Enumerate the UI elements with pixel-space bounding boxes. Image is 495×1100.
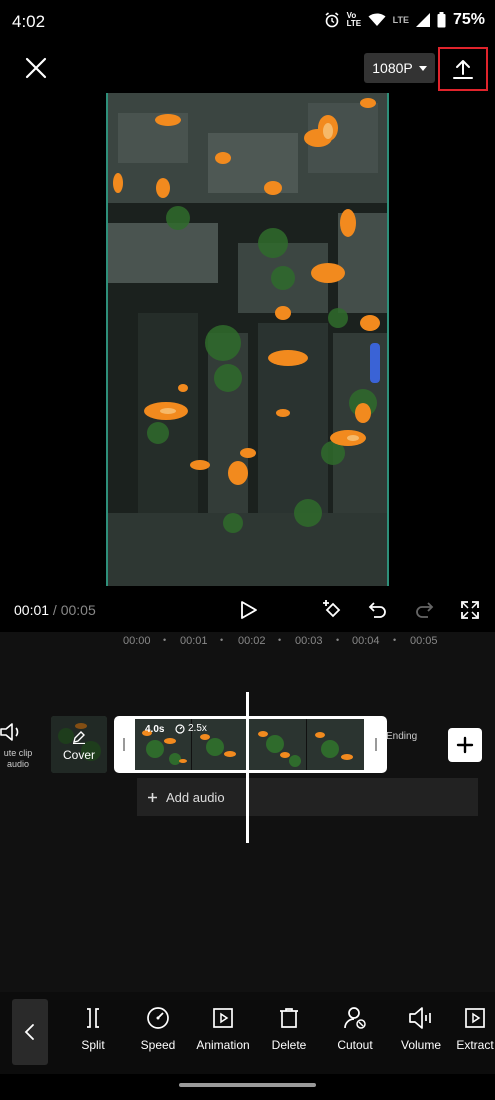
chevron-left-icon bbox=[24, 1024, 34, 1040]
current-time: 00:01 bbox=[14, 602, 50, 618]
video-clip[interactable]: 4.0s 2.5x bbox=[114, 716, 387, 773]
caret-down-icon bbox=[418, 65, 427, 71]
status-icons: Vo LTE LTE 75% bbox=[324, 11, 485, 29]
add-clip-button[interactable] bbox=[448, 728, 482, 762]
fullscreen-button[interactable] bbox=[458, 598, 482, 622]
tool-cutout[interactable]: Cutout bbox=[322, 1006, 388, 1052]
tool-label: Split bbox=[81, 1038, 105, 1052]
clip-speed-value: 2.5x bbox=[188, 723, 207, 734]
toolbar-back-button[interactable] bbox=[12, 999, 48, 1065]
status-bar: 4:02 Vo LTE LTE 75% bbox=[0, 0, 495, 44]
ending-label[interactable]: Ending bbox=[386, 731, 417, 742]
clip-thumbnails bbox=[135, 719, 364, 770]
fullscreen-icon bbox=[461, 601, 479, 619]
wifi-icon bbox=[368, 13, 386, 26]
cover-button[interactable]: Cover bbox=[51, 716, 107, 773]
edit-toolbar: Split Speed Animation Delete Cutout Volu… bbox=[0, 992, 495, 1074]
cutout-icon bbox=[344, 1007, 366, 1029]
add-audio-label: Add audio bbox=[166, 789, 225, 805]
tool-label: Speed bbox=[140, 1038, 176, 1052]
time-display: 00:01 / 00:05 bbox=[14, 602, 96, 618]
ruler-tick: 00:05 bbox=[410, 635, 438, 647]
add-audio-track[interactable]: Add audio bbox=[137, 778, 478, 816]
battery-icon bbox=[437, 12, 446, 28]
ruler-tick: 00:04 bbox=[352, 635, 380, 647]
clip-handle-left[interactable] bbox=[123, 738, 125, 751]
resolution-dropdown[interactable]: 1080P bbox=[364, 53, 435, 83]
keyframe-button[interactable] bbox=[320, 598, 344, 622]
playhead[interactable] bbox=[246, 692, 249, 843]
extract-icon bbox=[465, 1008, 485, 1028]
play-button[interactable] bbox=[236, 598, 260, 622]
clip-speed-badge: 2.5x bbox=[175, 723, 207, 734]
split-icon bbox=[87, 1008, 99, 1028]
cover-thumbnail bbox=[51, 716, 107, 773]
mute-clip-label: ute clip audio bbox=[3, 748, 33, 769]
plus-icon bbox=[456, 736, 474, 754]
total-time: 00:05 bbox=[60, 602, 96, 618]
ruler-tick: 00:01 bbox=[180, 635, 208, 647]
redo-button[interactable] bbox=[412, 598, 436, 622]
time-separator: / bbox=[49, 602, 61, 618]
tool-extract[interactable]: Extract bbox=[442, 1006, 495, 1052]
undo-button[interactable] bbox=[366, 598, 390, 622]
status-time: 4:02 bbox=[12, 12, 46, 31]
aquarium-preview-image bbox=[108, 93, 387, 586]
ruler-dot: • bbox=[278, 635, 282, 645]
animation-icon bbox=[213, 1008, 233, 1028]
upload-icon bbox=[453, 60, 473, 79]
tool-animation[interactable]: Animation bbox=[190, 1006, 256, 1052]
speed-badge-icon bbox=[175, 723, 185, 734]
export-button[interactable] bbox=[438, 47, 488, 91]
tool-split[interactable]: Split bbox=[60, 1006, 126, 1052]
cover-label: Cover bbox=[62, 748, 95, 762]
ruler-tick: 00:00 bbox=[123, 635, 151, 647]
tool-label: Cutout bbox=[337, 1038, 373, 1052]
mute-clip-audio-button[interactable]: ute clip audio bbox=[0, 718, 48, 778]
battery-percent: 75% bbox=[452, 11, 485, 28]
ruler-dot: • bbox=[393, 635, 397, 645]
plus-icon bbox=[148, 792, 157, 802]
signal-icon bbox=[415, 13, 430, 27]
lte-indicator: LTE bbox=[392, 15, 409, 25]
resolution-label: 1080P bbox=[372, 60, 413, 76]
edit-icon bbox=[73, 731, 85, 744]
ruler-tick: 00:02 bbox=[238, 635, 266, 647]
close-button[interactable] bbox=[22, 54, 50, 82]
clip-duration: 4.0s bbox=[145, 724, 165, 735]
clip-filmstrip bbox=[135, 719, 364, 770]
volte-indicator: Vo LTE bbox=[346, 11, 362, 28]
undo-icon bbox=[368, 602, 386, 618]
top-bar: 1080P bbox=[0, 44, 495, 91]
speed-icon bbox=[147, 1007, 169, 1029]
keyframe-icon bbox=[323, 600, 341, 618]
ruler-dot: • bbox=[163, 635, 167, 645]
tool-label: Delete bbox=[271, 1038, 307, 1052]
home-indicator[interactable] bbox=[179, 1083, 316, 1087]
tool-speed[interactable]: Speed bbox=[125, 1006, 191, 1052]
redo-icon bbox=[416, 602, 434, 618]
close-icon bbox=[25, 57, 47, 79]
volume-icon bbox=[409, 1007, 431, 1029]
clip-handle-right[interactable] bbox=[375, 738, 377, 751]
tool-label: Animation bbox=[196, 1038, 250, 1052]
tool-delete[interactable]: Delete bbox=[256, 1006, 322, 1052]
timeline-ruler: 00:00 • 00:01 • 00:02 • 00:03 • 00:04 • … bbox=[0, 635, 495, 653]
ruler-dot: • bbox=[220, 635, 224, 645]
ruler-dot: • bbox=[336, 635, 340, 645]
playback-bar: 00:01 / 00:05 bbox=[0, 592, 495, 628]
delete-icon bbox=[280, 1008, 298, 1028]
tool-label: Extract bbox=[456, 1038, 494, 1052]
ruler-tick: 00:03 bbox=[295, 635, 323, 647]
alarm-icon bbox=[325, 12, 339, 28]
play-icon bbox=[241, 601, 257, 619]
video-preview[interactable] bbox=[106, 93, 389, 586]
speaker-icon bbox=[0, 723, 19, 741]
